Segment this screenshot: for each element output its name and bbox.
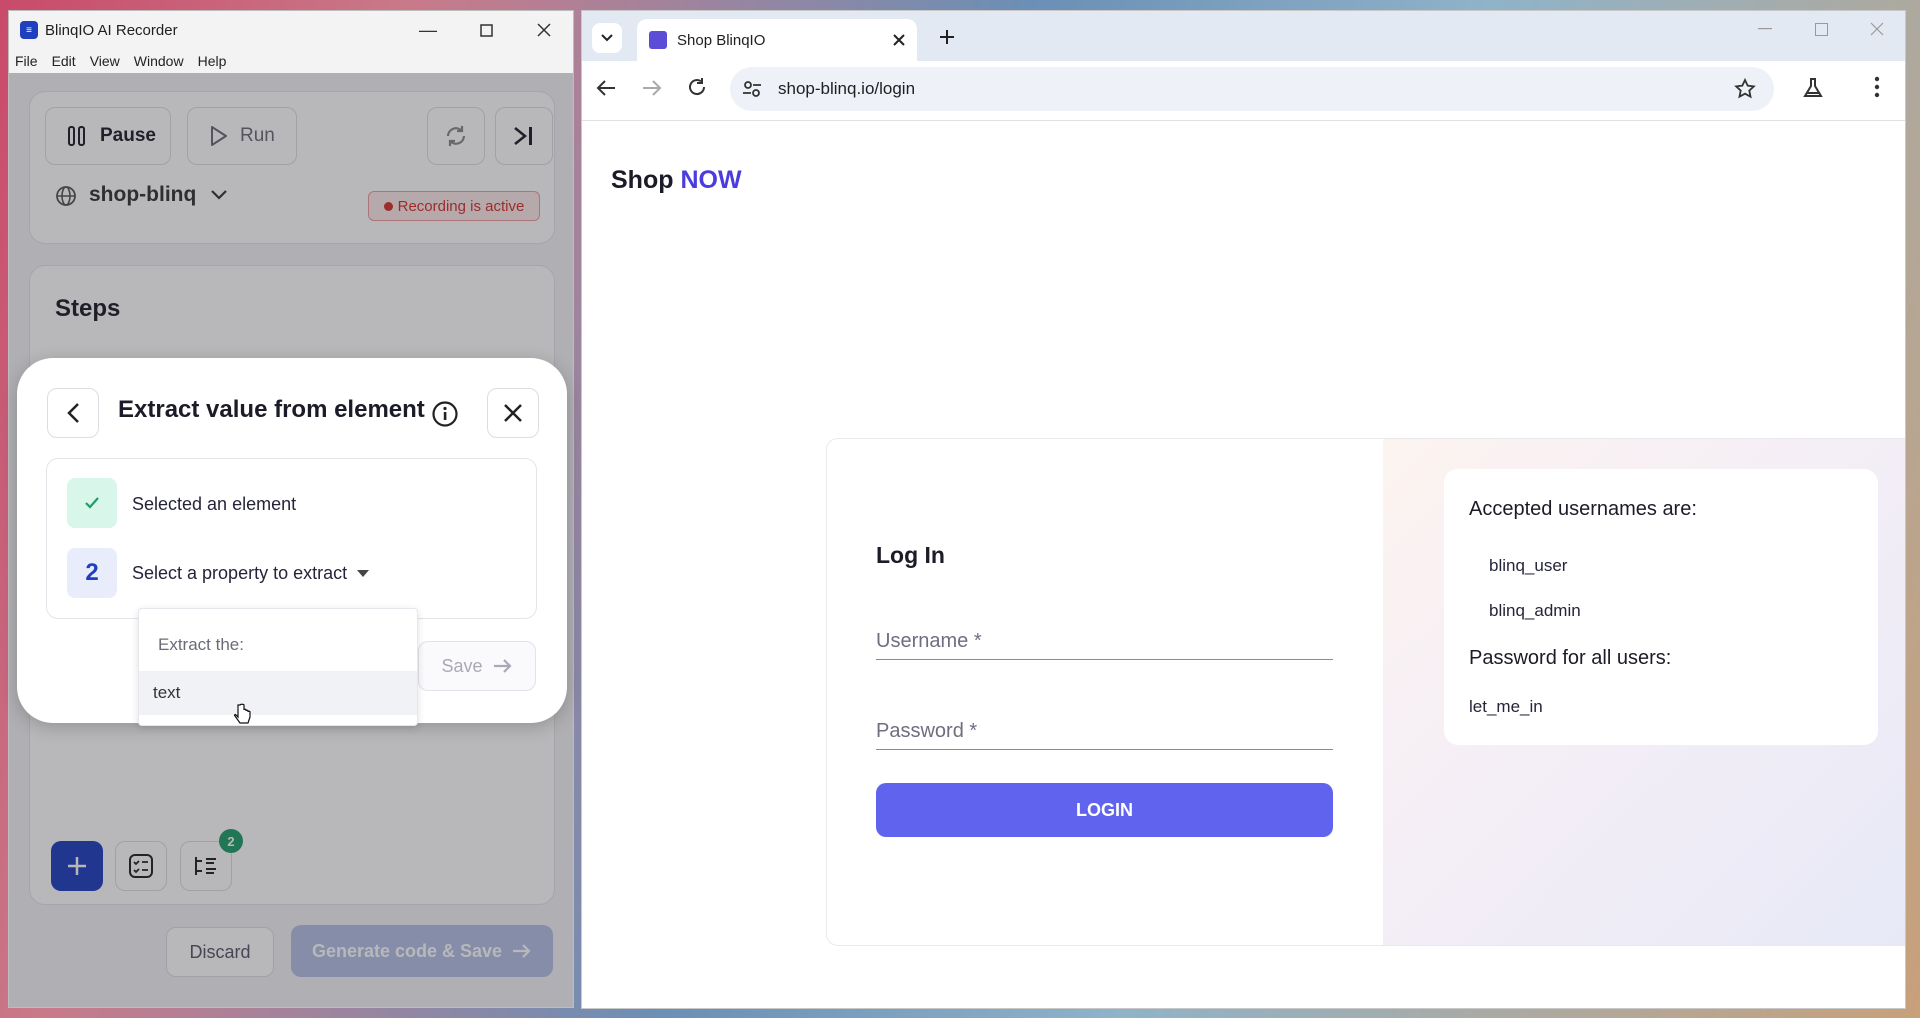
login-heading: Log In: [876, 542, 945, 568]
browser-close-icon[interactable]: [1849, 11, 1905, 47]
step-2-label: Select a property to extract: [132, 563, 348, 583]
chevron-down-icon: [601, 34, 613, 42]
password-title: Password for all users:: [1469, 647, 1672, 669]
browser-minimize-icon[interactable]: [1737, 11, 1793, 47]
property-select[interactable]: Select a property to extract: [132, 563, 370, 584]
more-menu-icon[interactable]: [1874, 76, 1880, 98]
username-item: blinq_admin: [1489, 601, 1581, 620]
credentials-panel: Accepted usernames are: blinq_user blinq…: [1383, 439, 1905, 945]
hand-cursor-icon: [233, 703, 251, 724]
menu-file[interactable]: File: [15, 53, 38, 69]
caret-down-icon: [357, 569, 370, 577]
step-1-check-badge: [67, 478, 117, 528]
save-button[interactable]: Save: [418, 641, 536, 691]
recorder-titlebar: ≡ BlinqIO AI Recorder —: [9, 11, 573, 49]
accepted-usernames-title: Accepted usernames are:: [1469, 498, 1697, 520]
chevron-left-icon: [67, 403, 79, 423]
browser-maximize-icon[interactable]: [1793, 11, 1849, 47]
step-1-label: Selected an element: [132, 494, 297, 514]
bookmark-star-icon[interactable]: [1734, 78, 1756, 100]
arrow-right-icon: [493, 659, 512, 673]
address-bar[interactable]: shop-blinq.io/login: [730, 67, 1774, 111]
dropdown-header: Extract the:: [158, 635, 244, 654]
minimize-icon[interactable]: —: [399, 11, 457, 49]
login-button[interactable]: LOGIN: [876, 783, 1333, 837]
menu-window[interactable]: Window: [134, 53, 184, 69]
password-field[interactable]: Password *: [876, 706, 1333, 750]
password-value: let_me_in: [1469, 697, 1543, 716]
login-button-label: LOGIN: [1076, 799, 1133, 820]
password-placeholder: Password *: [876, 720, 978, 742]
page-content: Shop NOW Log In Username * Password * LO…: [582, 121, 1905, 1008]
browser-toolbar: shop-blinq.io/login: [582, 61, 1905, 121]
brand-highlight: NOW: [680, 166, 742, 194]
menu-help[interactable]: Help: [198, 53, 227, 69]
close-icon: [504, 404, 522, 422]
dropdown-option-label: text: [153, 683, 181, 702]
info-icon[interactable]: [431, 400, 459, 428]
modal-title: Extract value from element: [118, 396, 425, 423]
brand-logo[interactable]: Shop NOW: [611, 166, 742, 195]
recorder-menubar: File Edit View Window Help: [9, 49, 573, 73]
check-icon: [85, 497, 99, 509]
username-item: blinq_user: [1489, 556, 1568, 575]
credentials-info-card: Accepted usernames are: blinq_user blinq…: [1444, 469, 1878, 745]
close-icon[interactable]: [515, 11, 573, 49]
back-arrow-icon[interactable]: [596, 79, 616, 97]
browser-tab-bar: Shop BlinqIO: [582, 11, 1905, 61]
username-field[interactable]: Username *: [876, 616, 1333, 660]
tab-search-button[interactable]: [592, 23, 622, 53]
site-favicon-icon: [649, 31, 667, 49]
browser-window: Shop BlinqIO shop-blinq.io/login Shop NO…: [581, 10, 1906, 1009]
labs-flask-icon[interactable]: [1802, 77, 1824, 99]
url-text: shop-blinq.io/login: [778, 79, 916, 98]
brand-prefix: Shop: [611, 166, 674, 194]
app-logo-icon: ≡: [20, 21, 38, 39]
forward-arrow-icon[interactable]: [642, 79, 662, 97]
login-form: Log In Username * Password * LOGIN: [827, 439, 1383, 945]
maximize-icon[interactable]: [457, 11, 515, 49]
wizard-steps: Selected an element 2 Select a property …: [46, 458, 537, 619]
new-tab-icon[interactable]: [939, 29, 955, 45]
browser-tab[interactable]: Shop BlinqIO: [637, 19, 917, 61]
dropdown-option-text[interactable]: text: [139, 671, 417, 715]
recorder-title: BlinqIO AI Recorder: [45, 21, 178, 39]
site-settings-icon[interactable]: [742, 79, 762, 99]
tab-title: Shop BlinqIO: [677, 31, 766, 49]
reload-icon[interactable]: [687, 77, 707, 97]
close-modal-button[interactable]: [487, 388, 539, 438]
save-label: Save: [441, 655, 483, 676]
username-placeholder: Username *: [876, 630, 982, 652]
step-2-number-badge: 2: [67, 548, 117, 598]
property-dropdown: Extract the: text: [138, 608, 418, 726]
close-tab-icon[interactable]: [893, 34, 905, 46]
menu-edit[interactable]: Edit: [52, 53, 76, 69]
menu-view[interactable]: View: [90, 53, 120, 69]
back-button[interactable]: [47, 388, 99, 438]
login-card: Log In Username * Password * LOGIN Accep…: [826, 438, 1905, 946]
